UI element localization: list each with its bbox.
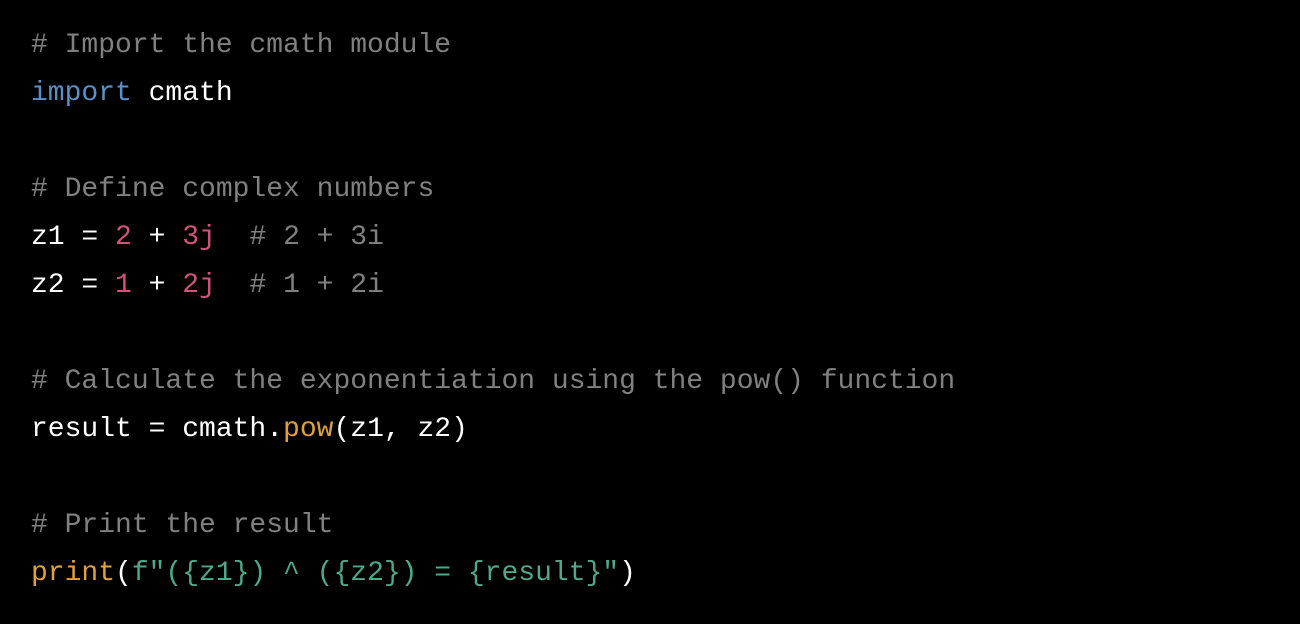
code-line-2: import cmath (31, 70, 955, 118)
identifier-token: cmath (131, 78, 233, 109)
keyword-token: import (31, 78, 132, 109)
plain-token: z1 = (31, 222, 116, 253)
plain-token: ( (115, 558, 132, 589)
code-line-1: # Import the cmath module (31, 22, 955, 70)
number-token: 3j (182, 222, 216, 253)
plain-token: + (131, 222, 183, 253)
code-line-5: z1 = 2 + 3j # 2 + 3i (31, 214, 955, 262)
code-line-11: # Print the result (31, 502, 955, 550)
code-line-8: # Calculate the exponentiation using the… (31, 358, 955, 406)
plain-token: (z1, z2) (333, 414, 468, 445)
plain-token: z2 = (31, 270, 116, 301)
number-token: 2 (115, 222, 132, 253)
code-line-10-blank (31, 454, 955, 502)
plain-token: ) (619, 558, 636, 589)
function-token: pow (283, 414, 334, 445)
code-line-9: result = cmath.pow(z1, z2) (31, 406, 955, 454)
comment-token: # Print the result (31, 510, 334, 541)
code-line-7-blank (31, 310, 955, 358)
comment-token: # Define complex numbers (31, 174, 435, 205)
code-line-6: z2 = 1 + 2j # 1 + 2i (31, 262, 955, 310)
plain-token: result = cmath. (31, 414, 284, 445)
code-line-4: # Define complex numbers (31, 166, 955, 214)
string-token: f"({z1}) ^ ({z2}) = {result}" (131, 558, 620, 589)
number-token: 2j (182, 270, 216, 301)
comment-token: # Calculate the exponentiation using the… (31, 366, 956, 397)
code-block: # Import the cmath module import cmath # D… (31, 22, 955, 598)
function-token: print (31, 558, 116, 589)
code-line-3-blank (31, 118, 955, 166)
plain-token: + (131, 270, 183, 301)
number-token: 1 (115, 270, 132, 301)
comment-token: # Import the cmath module (31, 30, 452, 61)
comment-token: # 1 + 2i (249, 270, 384, 301)
code-line-12: print(f"({z1}) ^ ({z2}) = {result}") (31, 550, 955, 598)
comment-token: # 2 + 3i (249, 222, 384, 253)
